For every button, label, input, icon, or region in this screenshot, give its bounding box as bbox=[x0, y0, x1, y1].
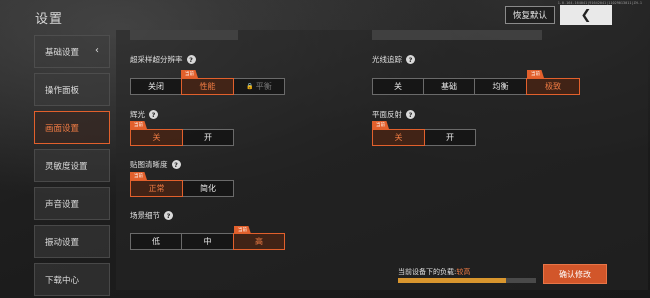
option-off[interactable]: 关 bbox=[372, 129, 425, 146]
confirm-button[interactable]: 确认修改 bbox=[543, 264, 607, 284]
option-ultimate[interactable]: 极致 bbox=[526, 78, 580, 95]
device-load-text: 当前设备下的负载:较高 bbox=[398, 268, 471, 276]
sidebar-item-label: 灵敏度设置 bbox=[45, 161, 88, 172]
option-medium[interactable]: 中 bbox=[181, 233, 234, 250]
option-low[interactable]: 低 bbox=[130, 233, 182, 250]
sidebar-item-label: 声音设置 bbox=[45, 199, 80, 210]
supersampling-label: 超采样超分辨率 ? bbox=[130, 54, 196, 65]
lock-icon: 🔒 bbox=[246, 83, 254, 90]
current-tag: 当前 bbox=[130, 172, 147, 180]
option-off[interactable]: 关闭 bbox=[130, 78, 182, 95]
sidebar-item-label: 基础设置 bbox=[45, 47, 80, 58]
option-basic[interactable]: 基础 bbox=[423, 78, 475, 95]
sidebar-item-sound[interactable]: 声音设置 bbox=[34, 187, 110, 220]
load-bar-fill bbox=[398, 278, 506, 283]
sidebar-item-vibration[interactable]: 振动设置 bbox=[34, 225, 110, 258]
ray-tracing-options: 关 基础 均衡 极致 bbox=[372, 78, 580, 95]
texture-quality-label: 贴图清晰度 ? bbox=[130, 159, 181, 170]
texture-quality-options: 正常 简化 bbox=[130, 180, 234, 197]
help-icon[interactable]: ? bbox=[186, 55, 196, 64]
page-title: 设置 bbox=[35, 12, 64, 27]
option-row-partial bbox=[372, 30, 542, 40]
bloom-options: 关 开 bbox=[130, 129, 234, 146]
help-icon[interactable]: ? bbox=[149, 110, 158, 119]
option-simplified[interactable]: 简化 bbox=[182, 180, 234, 197]
option-performance[interactable]: 性能 bbox=[181, 78, 234, 95]
sidebar-item-label: 操作面板 bbox=[45, 85, 80, 96]
help-icon[interactable]: ? bbox=[406, 55, 415, 64]
current-tag: 当前 bbox=[372, 121, 389, 129]
back-button[interactable]: ❮ bbox=[560, 5, 612, 25]
option-off[interactable]: 关 bbox=[130, 129, 183, 146]
planar-reflection-label: 平面反射 ? bbox=[372, 109, 415, 120]
planar-reflection-options: 关 开 bbox=[372, 129, 476, 146]
help-icon[interactable]: ? bbox=[406, 110, 415, 119]
help-icon[interactable]: ? bbox=[164, 211, 173, 220]
scene-detail-label: 场景细节 ? bbox=[130, 210, 173, 221]
current-tag: 当前 bbox=[130, 121, 147, 129]
option-row-partial bbox=[130, 30, 238, 40]
sidebar-item-label: 振动设置 bbox=[45, 237, 80, 248]
load-level: 较高 bbox=[456, 268, 471, 276]
settings-panel bbox=[116, 30, 648, 290]
load-bar bbox=[398, 278, 536, 283]
sidebar-item-basic[interactable]: 基础设置 ‹ bbox=[34, 35, 110, 68]
sidebar-item-sensitivity[interactable]: 灵敏度设置 bbox=[34, 149, 110, 182]
current-tag: 当前 bbox=[527, 70, 544, 78]
help-icon[interactable]: ? bbox=[171, 160, 181, 169]
ray-tracing-label: 光线追踪 ? bbox=[372, 54, 415, 65]
option-off[interactable]: 关 bbox=[372, 78, 424, 95]
option-balanced[interactable]: 均衡 bbox=[474, 78, 527, 95]
option-balanced[interactable]: 🔒 平衡 bbox=[233, 78, 285, 95]
sidebar-item-label: 下载中心 bbox=[45, 275, 80, 286]
chevron-left-icon[interactable]: ‹ bbox=[95, 45, 99, 56]
sidebar-item-label: 画面设置 bbox=[45, 123, 80, 134]
option-normal[interactable]: 正常 bbox=[130, 180, 183, 197]
bloom-label: 辉光 ? bbox=[130, 109, 158, 120]
sidebar-item-control-panel[interactable]: 操作面板 bbox=[34, 73, 110, 106]
option-high[interactable]: 高 bbox=[233, 233, 285, 250]
current-tag: 当前 bbox=[181, 70, 198, 78]
scene-detail-options: 低 中 高 bbox=[130, 233, 285, 250]
chevron-left-icon: ❮ bbox=[580, 7, 592, 23]
option-on[interactable]: 开 bbox=[424, 129, 476, 146]
supersampling-options: 关闭 性能 🔒 平衡 bbox=[130, 78, 285, 95]
restore-defaults-button[interactable]: 恢复默认 bbox=[505, 6, 555, 24]
sidebar-item-graphics[interactable]: 画面设置 bbox=[34, 111, 110, 144]
sidebar-item-download[interactable]: 下载中心 bbox=[34, 263, 110, 296]
option-on[interactable]: 开 bbox=[182, 129, 234, 146]
